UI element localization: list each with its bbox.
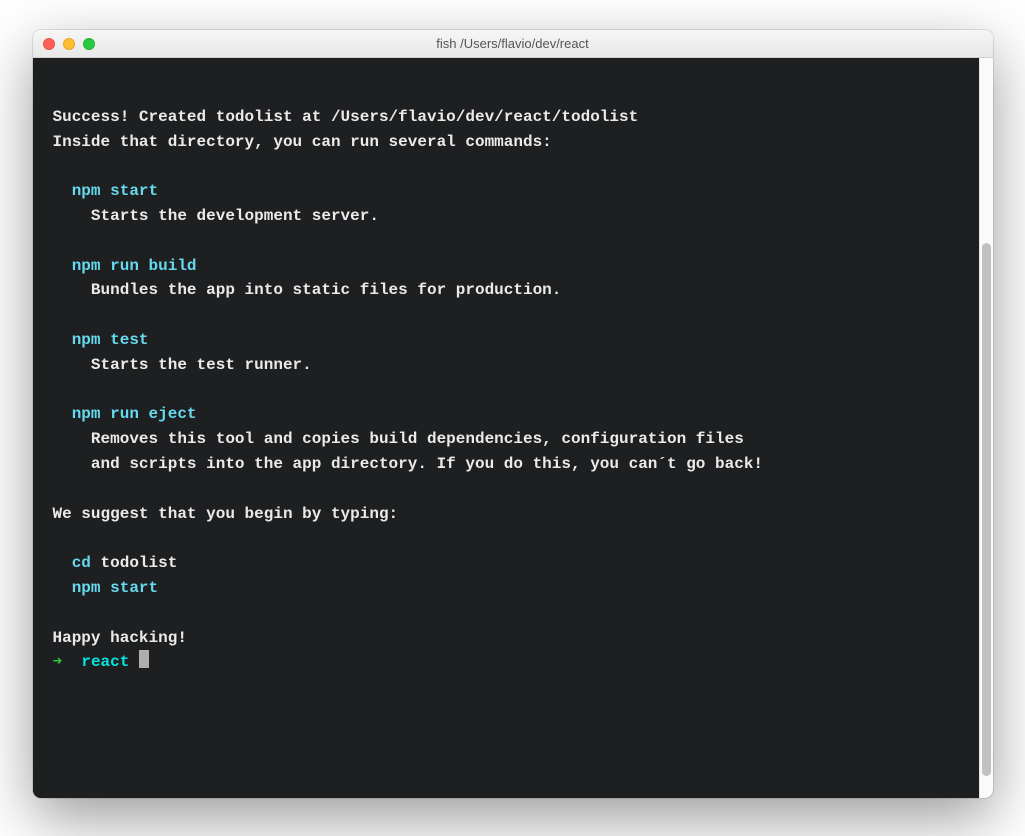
command-desc: Removes this tool and copies build depen… (91, 430, 744, 448)
titlebar[interactable]: fish /Users/flavio/dev/react (33, 30, 993, 58)
output-line: Happy hacking! (53, 629, 187, 647)
command-desc: Bundles the app into static files for pr… (91, 281, 561, 299)
command-label: npm start (72, 579, 158, 597)
terminal-window: fish /Users/flavio/dev/react Success! Cr… (33, 30, 993, 798)
prompt-arrow-icon: ➜ (53, 653, 63, 671)
command-label: npm start (72, 182, 158, 200)
terminal-content[interactable]: Success! Created todolist at /Users/flav… (33, 58, 979, 798)
output-line: Success! Created todolist at /Users/flav… (53, 108, 639, 126)
terminal-body: Success! Created todolist at /Users/flav… (33, 58, 993, 798)
close-icon[interactable] (43, 38, 55, 50)
output-line: Inside that directory, you can run sever… (53, 133, 552, 151)
command-desc: Starts the development server. (91, 207, 379, 225)
traffic-lights (43, 38, 95, 50)
prompt-dir: react (81, 653, 129, 671)
scrollbar[interactable] (979, 58, 993, 798)
output-line: We suggest that you begin by typing: (53, 505, 399, 523)
command-arg: todolist (101, 554, 178, 572)
window-title: fish /Users/flavio/dev/react (33, 36, 993, 51)
maximize-icon[interactable] (83, 38, 95, 50)
command-label: npm test (72, 331, 149, 349)
command-label: cd (72, 554, 91, 572)
command-desc: and scripts into the app directory. If y… (91, 455, 763, 473)
command-label: npm run eject (72, 405, 197, 423)
cursor-icon (139, 650, 149, 668)
scroll-thumb[interactable] (982, 243, 991, 776)
command-desc: Starts the test runner. (91, 356, 312, 374)
command-label: npm run build (72, 257, 197, 275)
minimize-icon[interactable] (63, 38, 75, 50)
